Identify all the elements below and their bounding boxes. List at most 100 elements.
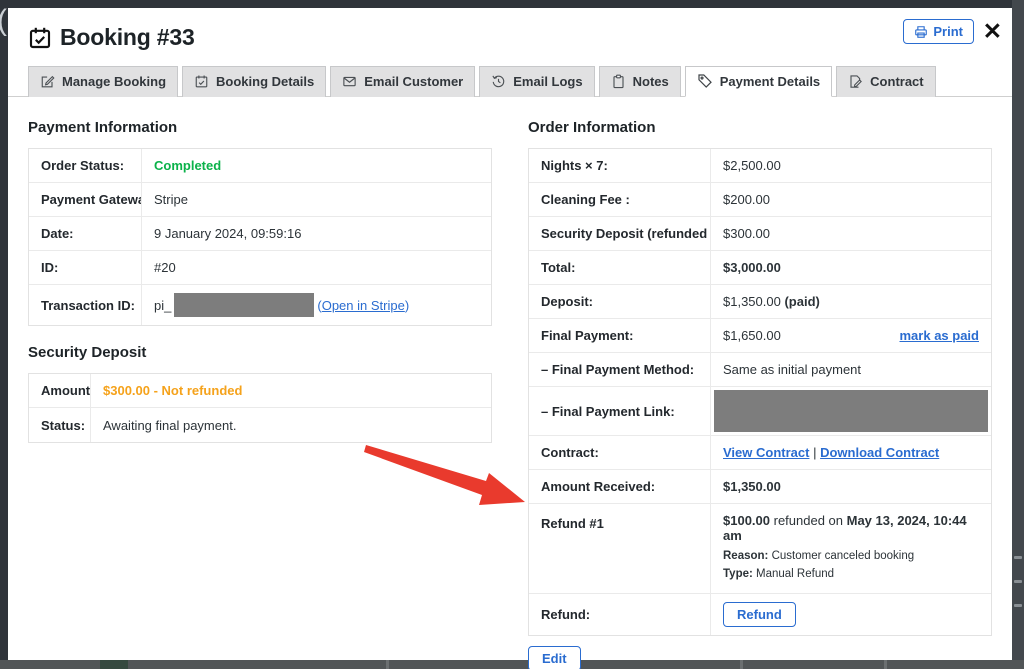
row-label: Refund: [529,594,711,635]
row-label: – Final Payment Method: [529,353,711,386]
table-row-amount-received: Amount Received: $1,350.00 [529,470,991,504]
download-contract-link[interactable]: Download Contract [820,445,939,460]
table-row-deposit: Deposit: $1,350.00 (paid) [529,285,991,319]
table-row-date: Date: 9 January 2024, 09:59:16 [29,217,491,251]
row-label: Total: [529,251,711,284]
tab-payment-details[interactable]: Payment Details [685,66,832,97]
tab-label: Booking Details [216,74,314,89]
tab-label: Email Customer [364,74,463,89]
tab-booking-details[interactable]: Booking Details [182,66,326,97]
tab-notes[interactable]: Notes [599,66,681,97]
close-icon[interactable]: ✕ [981,18,1004,45]
tab-label: Notes [633,74,669,89]
tab-bar: Manage Booking Booking Details Email Cus… [8,65,1012,97]
sd-amount-value: $300.00 - Not refunded [103,383,242,398]
refund-reason-label: Reason: [723,550,768,562]
row-label: ID: [29,251,142,284]
row-label: Deposit: [529,285,711,318]
table-row-total: Total: $3,000.00 [529,251,991,285]
refund-reason-value: Customer canceled booking [768,550,914,562]
table-row-refund-1: Refund #1 $100.00 refunded on May 13, 20… [529,504,991,594]
row-label: Order Status: [29,149,142,182]
payment-information-table: Order Status: Completed Payment Gateway:… [28,148,492,326]
tab-contract[interactable]: Contract [836,66,935,97]
edit-button[interactable]: Edit [528,646,581,669]
deposit-paid-suffix: (paid) [784,294,819,309]
row-label: Status: [29,408,91,442]
transaction-id-prefix: pi_ [154,298,171,313]
background-fragment [1014,580,1022,583]
print-button[interactable]: Print [903,19,974,44]
history-icon [491,74,506,89]
tab-label: Email Logs [513,74,582,89]
refund-mid-text: refunded on [770,513,847,528]
table-row-nights: Nights × 7: $2,500.00 [529,149,991,183]
payment-gateway-value: Stripe [142,183,491,216]
table-row-id: ID: #20 [29,251,491,285]
refund-type-label: Type: [723,568,753,580]
mark-as-paid-link[interactable]: mark as paid [900,328,980,343]
payment-details-panel: Payment Information Order Status: Comple… [8,97,1012,669]
calendar-icon [194,74,209,89]
view-contract-link[interactable]: View Contract [723,445,809,460]
close-paren: ) [405,298,409,313]
payment-date-value: 9 January 2024, 09:59:16 [142,217,491,250]
row-label: Transaction ID: [29,285,142,325]
row-label: Contract: [529,436,711,469]
tab-manage-booking[interactable]: Manage Booking [28,66,178,97]
table-row-order-status: Order Status: Completed [29,149,491,183]
final-payment-value: $1,650.00 [723,328,781,343]
tab-email-logs[interactable]: Email Logs [479,66,594,97]
deposit-value: $1,350.00 [723,294,781,309]
row-label: Security Deposit (refunded af... [529,217,711,250]
tab-label: Payment Details [720,74,820,89]
row-label: Amount: [29,374,91,407]
table-row-final-payment: Final Payment: $1,650.00 mark as paid [529,319,991,353]
background-right-strip [1012,0,1024,669]
security-deposit-value: $300.00 [711,217,991,250]
refund-button[interactable]: Refund [723,602,796,627]
amount-received-value: $1,350.00 [711,470,991,503]
row-label: Cleaning Fee : [529,183,711,216]
redacted-payment-link [714,390,988,432]
table-row-refund-action: Refund: Refund [529,594,991,635]
row-label: Date: [29,217,142,250]
refund-type-value: Manual Refund [753,568,834,580]
clipboard-icon [611,74,626,89]
row-label: Amount Received: [529,470,711,503]
background-fragment [1014,556,1022,559]
nights-value: $2,500.00 [711,149,991,182]
calendar-check-icon [28,26,52,50]
print-button-label: Print [933,24,963,39]
booking-modal: Booking #33 Print ✕ Manage Booking Booki… [8,8,1012,660]
order-information-heading: Order Information [528,119,992,136]
background-page-fragment: ( [0,4,7,38]
total-value: $3,000.00 [711,251,991,284]
security-deposit-heading: Security Deposit [28,344,492,361]
order-status-value: Completed [154,158,221,173]
table-row-contract: Contract: View Contract | Download Contr… [529,436,991,470]
redacted-transaction-id [174,293,314,317]
envelope-icon [342,74,357,89]
contract-icon [848,74,863,89]
refund-amount: $100.00 [723,513,770,528]
tab-email-customer[interactable]: Email Customer [330,66,475,97]
table-row-cleaning-fee: Cleaning Fee : $200.00 [529,183,991,217]
cleaning-fee-value: $200.00 [711,183,991,216]
tag-icon [697,73,713,89]
security-deposit-table: Amount: $300.00 - Not refunded Status: A… [28,373,492,443]
order-information-table: Nights × 7: $2,500.00 Cleaning Fee : $20… [528,148,992,636]
modal-header: Booking #33 Print ✕ [8,8,1012,51]
tab-label: Contract [870,74,923,89]
tab-label: Manage Booking [62,74,166,89]
payment-information-heading: Payment Information [28,119,492,136]
final-payment-method-value: Same as initial payment [711,353,991,386]
row-label: – Final Payment Link: [529,387,711,435]
payment-id-value: #20 [142,251,491,284]
table-row-payment-gateway: Payment Gateway: Stripe [29,183,491,217]
edit-icon [40,74,55,89]
row-label: Nights × 7: [529,149,711,182]
open-in-stripe-link[interactable]: Open in Stripe [322,298,405,313]
table-row-transaction-id: Transaction ID: pi_(Open in Stripe) [29,285,491,325]
row-label: Refund #1 [529,504,711,593]
